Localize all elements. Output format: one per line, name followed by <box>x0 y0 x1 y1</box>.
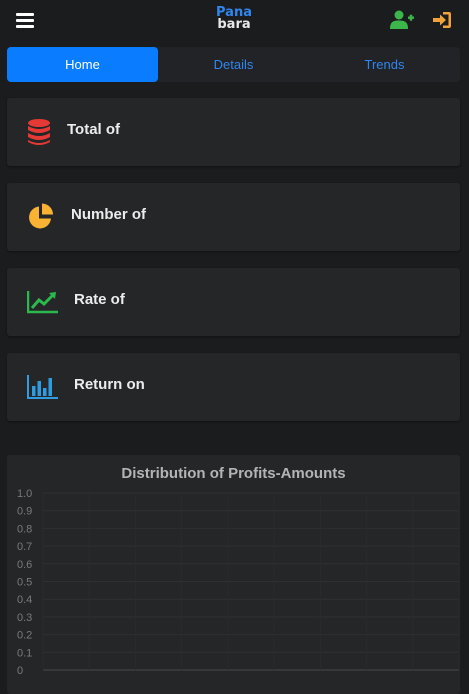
pie-chart-icon <box>29 203 53 229</box>
app-logo[interactable]: Pana bara <box>212 6 256 32</box>
y-tick-label: 0 <box>17 665 23 677</box>
card-title-return: Return on <box>74 376 145 393</box>
y-tick-label: 0.3 <box>17 612 32 624</box>
y-tick-label: 1.0 <box>17 488 32 500</box>
card-total[interactable]: Total of <box>7 98 460 166</box>
y-tick-label: 0.2 <box>17 630 32 642</box>
top-navbar: Pana bara <box>0 0 469 42</box>
card-title-rate: Rate of <box>74 291 125 308</box>
card-title-total: Total of <box>67 121 121 138</box>
user-plus-icon[interactable] <box>390 10 414 30</box>
card-number[interactable]: Number of <box>7 183 460 251</box>
card-return[interactable]: Return on <box>7 353 460 421</box>
y-tick-label: 0.4 <box>17 594 32 606</box>
y-tick-label: 0.6 <box>17 559 32 571</box>
y-tick-label: 0.9 <box>17 506 32 518</box>
y-tick-label: 0.1 <box>17 647 32 659</box>
line-chart-icon <box>27 291 58 314</box>
hamburger-menu-icon[interactable] <box>16 13 34 28</box>
y-tick-label: 0.8 <box>17 523 32 535</box>
database-icon <box>28 119 50 145</box>
tab-trends[interactable]: Trends <box>309 47 460 82</box>
chart-plot-area: 1.0 0.9 0.8 0.7 0.6 0.5 0.4 0.3 0.2 0.1 0 <box>17 488 460 677</box>
logo-line-2: bara <box>217 17 251 32</box>
tab-details[interactable]: Details <box>158 47 309 82</box>
y-tick-label: 0.5 <box>17 577 32 589</box>
sign-in-icon[interactable] <box>432 10 452 30</box>
card-rate[interactable]: Rate of <box>7 268 460 336</box>
bar-chart-icon <box>27 375 58 399</box>
tab-home[interactable]: Home <box>7 47 158 82</box>
tab-bar: Home Details Trends <box>7 47 460 82</box>
card-title-number: Number of <box>71 206 146 223</box>
y-tick-label: 0.7 <box>17 541 32 553</box>
profits-distribution-chart: Distribution of Profits-Amounts 1.0 0.9 0.… <box>7 455 460 694</box>
